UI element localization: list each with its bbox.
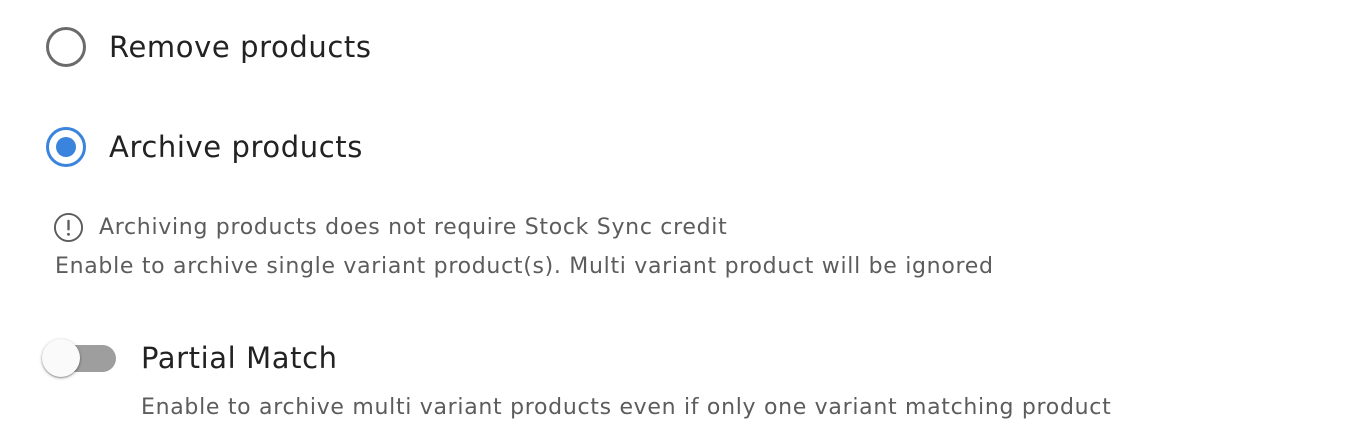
radio-label-remove-products: Remove products — [109, 30, 372, 64]
radio-option-archive-products[interactable]: Archive products — [46, 127, 363, 167]
archive-helper-text: Enable to archive single variant product… — [55, 254, 994, 279]
partial-match-helper-text: Enable to archive multi variant products… — [141, 395, 1112, 420]
radio-button-remove-products[interactable] — [46, 27, 86, 67]
partial-match-label: Partial Match — [141, 341, 338, 375]
partial-match-toggle-row[interactable]: Partial Match — [42, 338, 338, 378]
partial-match-switch[interactable] — [42, 338, 116, 378]
credit-info-note: Archiving products does not require Stoc… — [53, 212, 727, 243]
credit-info-text: Archiving products does not require Stoc… — [99, 215, 728, 240]
radio-option-remove-products[interactable]: Remove products — [46, 27, 372, 67]
exclamation-circle-icon — [53, 212, 84, 243]
switch-thumb[interactable] — [42, 339, 80, 377]
radio-button-archive-products[interactable] — [46, 127, 86, 167]
radio-label-archive-products: Archive products — [109, 130, 363, 164]
